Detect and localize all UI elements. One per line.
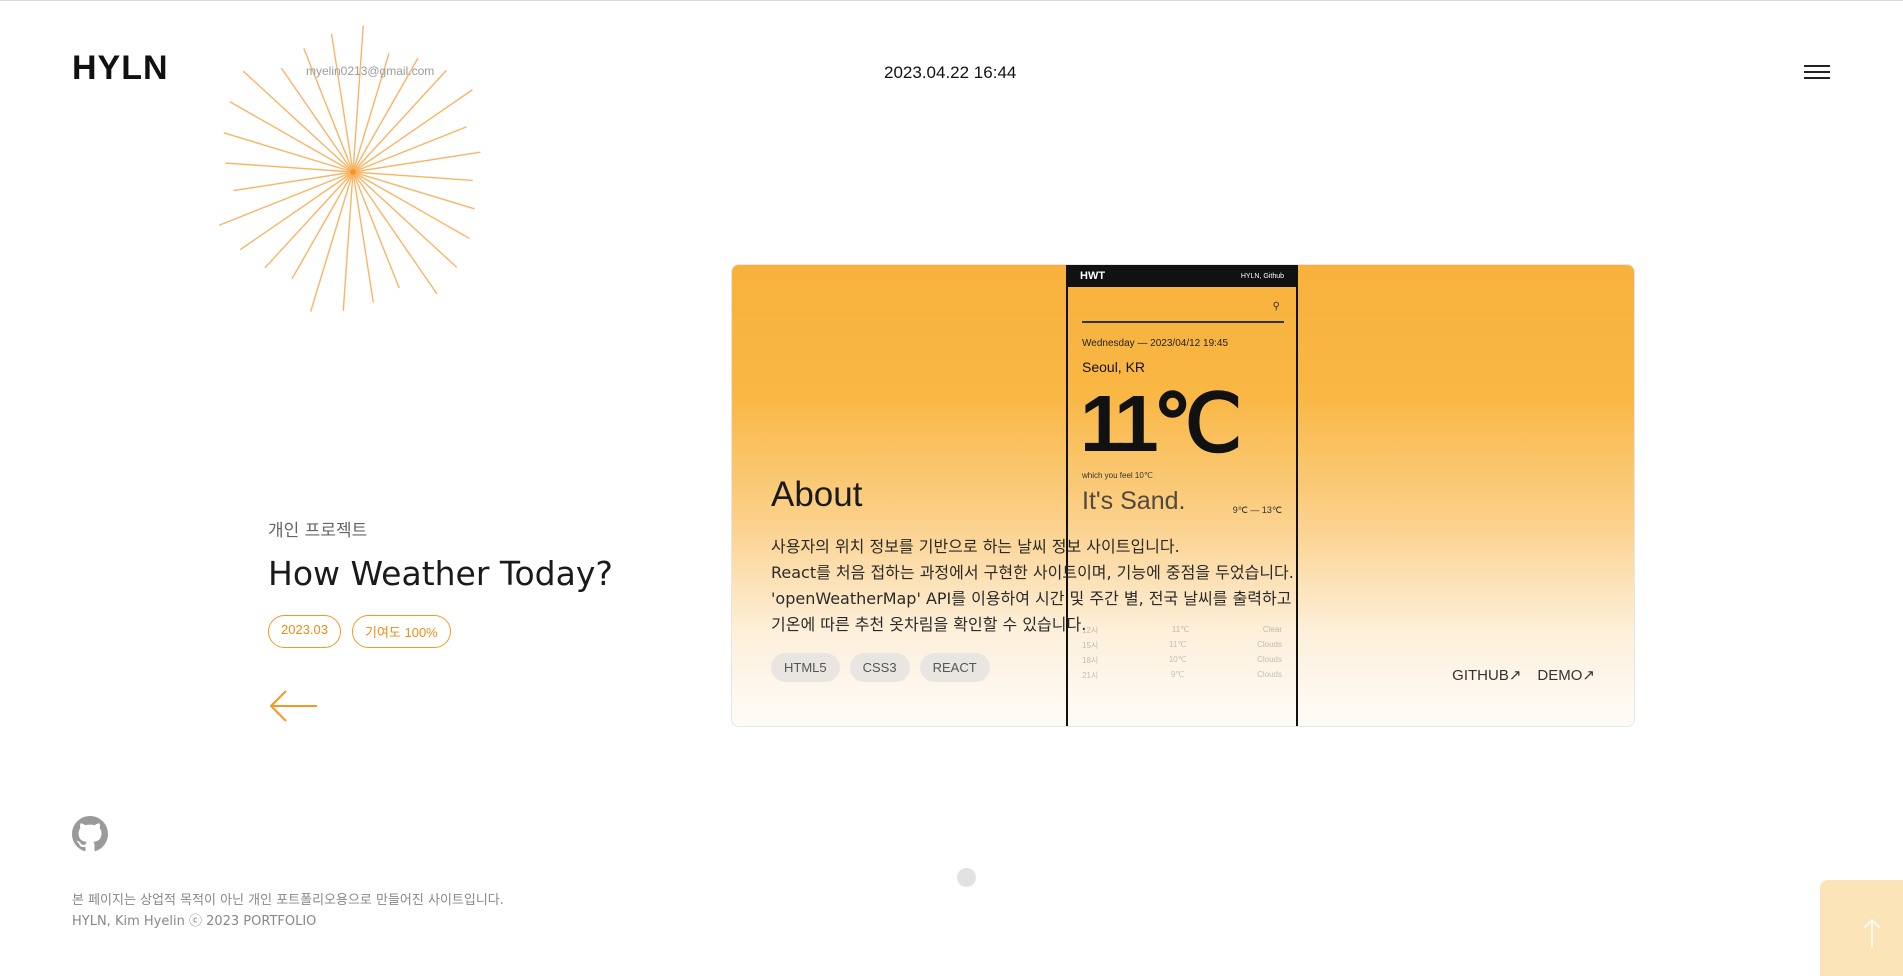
- sunburst-ray: [309, 171, 354, 312]
- preview-range: 9℃ — 13℃: [1232, 505, 1282, 515]
- sunburst-ray: [330, 33, 354, 173]
- preview-status: It's Sand.: [1082, 487, 1186, 515]
- preview-city: Seoul, KR: [1082, 359, 1146, 375]
- preview-row: 21시 9℃ Clouds: [1082, 670, 1282, 680]
- app-preview-screenshot: HWT HYLN, Github ⚲ Wednesday — 2023/04/1…: [1066, 265, 1298, 726]
- hamburger-menu-button[interactable]: [1804, 65, 1832, 81]
- menu-line: [1804, 65, 1830, 67]
- tag-html5: HTML5: [771, 653, 840, 682]
- project-date-chip: 2023.03: [268, 615, 341, 648]
- tag-css3: CSS3: [849, 653, 910, 682]
- sunburst-ray: [352, 69, 447, 173]
- footer-copyright: HYLN, Kim Hyelin ⓒ 2023 PORTFOLIO: [72, 914, 317, 929]
- project-links: GITHUB↗ DEMO↗: [1452, 666, 1595, 684]
- about-heading: About: [771, 475, 863, 514]
- github-icon[interactable]: [72, 816, 108, 852]
- sunburst-center: [350, 169, 356, 175]
- contact-email[interactable]: myelin0213@gmail.com: [306, 64, 434, 78]
- preview-row: 15시 11℃ Clouds: [1082, 640, 1282, 650]
- search-icon: ⚲: [1272, 301, 1280, 312]
- about-description: 사용자의 위치 정보를 기반으로 하는 날씨 정보 사이트입니다. React를…: [771, 534, 1371, 638]
- current-datetime: 2023.04.22 16:44: [884, 63, 1017, 82]
- preview-row: 18시 10℃ Clouds: [1082, 655, 1282, 665]
- sunburst-ray: [352, 171, 470, 240]
- menu-line: [1804, 71, 1830, 73]
- sunburst-ray: [352, 25, 364, 173]
- demo-link[interactable]: DEMO↗: [1537, 666, 1595, 684]
- arrow-up-icon: [1863, 918, 1881, 947]
- description-line: 사용자의 위치 정보를 기반으로 하는 날씨 정보 사이트입니다.: [771, 537, 1180, 556]
- sunburst-ray: [352, 171, 458, 268]
- tech-tags: HTML5 CSS3 REACT: [771, 653, 990, 682]
- description-line: 'openWeatherMap' API를 이용하여 시간 및 주간 별, 전국…: [771, 589, 1292, 608]
- description-line: 기온에 따른 추천 옷차림을 확인할 수 있습니다.: [771, 615, 1087, 634]
- preview-search-bar: ⚲: [1082, 299, 1284, 323]
- sunburst-ray: [225, 162, 354, 173]
- sunburst-ray: [352, 171, 475, 210]
- sunburst-ray: [223, 132, 354, 173]
- sunburst-ray: [352, 171, 374, 303]
- sunburst-ray: [233, 171, 354, 192]
- pagination-dot[interactable]: [957, 868, 976, 887]
- preview-date: Wednesday — 2023/04/12 19:45: [1082, 338, 1229, 349]
- sunburst-ray: [229, 100, 354, 173]
- sunburst-ray: [352, 151, 481, 173]
- description-line: React를 처음 접하는 과정에서 구현한 사이트이며, 기능에 중점을 두었…: [771, 563, 1294, 582]
- preview-temperature: 11℃: [1080, 379, 1242, 468]
- project-chips: 2023.03 기여도 100%: [268, 615, 451, 648]
- sunburst-ray: [352, 171, 473, 182]
- project-category: 개인 프로젝트: [268, 521, 368, 541]
- prev-arrow-icon[interactable]: [268, 689, 318, 723]
- scroll-top-button[interactable]: [1820, 880, 1903, 976]
- contribution-chip: 기여도 100%: [352, 615, 451, 648]
- project-title: How Weather Today?: [268, 554, 613, 593]
- tag-react: REACT: [919, 653, 990, 682]
- project-card: HWT HYLN, Github ⚲ Wednesday — 2023/04/1…: [731, 264, 1635, 727]
- site-logo[interactable]: HYLN: [72, 49, 169, 88]
- github-link[interactable]: GITHUB↗: [1452, 666, 1521, 684]
- sunburst-ray: [342, 171, 354, 311]
- preview-app-link: HYLN, Github: [1240, 272, 1284, 280]
- sunburst-ray: [291, 171, 354, 280]
- menu-line: [1804, 77, 1830, 79]
- footer-disclaimer: 본 페이지는 상업적 목적이 아닌 개인 포트폴리오용으로 만들어진 사이트입니…: [72, 893, 504, 908]
- preview-feel: which you feel 10℃: [1082, 471, 1153, 480]
- preview-topbar: HWT HYLN, Github: [1068, 265, 1296, 287]
- preview-app-name: HWT: [1080, 270, 1106, 282]
- sunburst-ray: [242, 70, 354, 173]
- footer-notice: 본 페이지는 상업적 목적이 아닌 개인 포트폴리오용으로 만들어진 사이트입니…: [72, 890, 504, 932]
- sunburst-ray: [264, 171, 354, 269]
